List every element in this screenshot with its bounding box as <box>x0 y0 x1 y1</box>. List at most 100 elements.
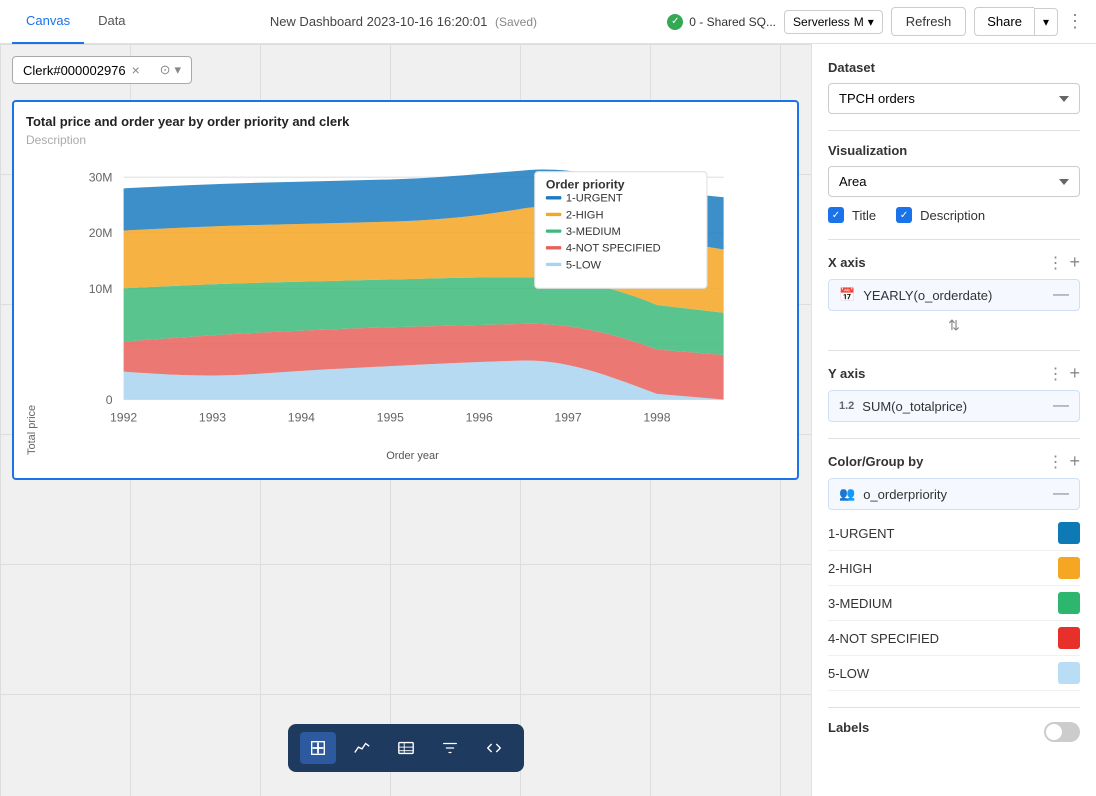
svg-text:1996: 1996 <box>466 411 493 425</box>
table-button[interactable] <box>388 732 424 764</box>
code-button[interactable] <box>476 732 512 764</box>
description-checkbox[interactable] <box>896 207 912 223</box>
color-group-actions: ⋮ + <box>1047 451 1080 472</box>
bottom-toolbar <box>288 724 524 772</box>
svg-text:1995: 1995 <box>377 411 404 425</box>
svg-text:20M: 20M <box>89 226 113 240</box>
color-item-urgent: 1-URGENT <box>828 516 1080 551</box>
dataset-select[interactable]: TPCH orders <box>828 83 1080 114</box>
sort-icon[interactable]: ⇅ <box>828 317 1080 334</box>
filter-chevron-icon[interactable]: ▾ <box>174 62 181 78</box>
color-swatch-high[interactable] <box>1058 557 1080 579</box>
x-axis-add-icon[interactable]: + <box>1069 252 1080 273</box>
divider-2 <box>828 239 1080 240</box>
filter-value: Clerk#000002976 <box>23 63 126 78</box>
color-swatch-not-specified[interactable] <box>1058 627 1080 649</box>
color-item-medium: 3-MEDIUM <box>828 586 1080 621</box>
svg-text:5-LOW: 5-LOW <box>566 259 602 271</box>
share-caret-button[interactable]: ▾ <box>1034 8 1058 36</box>
add-widget-button[interactable] <box>300 732 336 764</box>
color-item-low: 5-LOW <box>828 656 1080 691</box>
color-group-header: Color/Group by ⋮ + <box>828 451 1080 472</box>
x-axis-actions: ⋮ + <box>1047 252 1080 273</box>
dataset-label: Dataset <box>828 60 1080 75</box>
chart-card: Total price and order year by order prio… <box>12 100 799 480</box>
svg-text:1994: 1994 <box>288 411 315 425</box>
y-axis-add-icon[interactable]: + <box>1069 363 1080 384</box>
y-axis-title: Y axis <box>828 366 865 381</box>
svg-text:3-MEDIUM: 3-MEDIUM <box>566 226 621 238</box>
filter-tag[interactable]: Clerk#000002976 × ⊙ ▾ <box>12 56 192 84</box>
dataset-section: Dataset TPCH orders <box>828 60 1080 114</box>
y-axis-field-item: 1.2 SUM(o_totalprice) — <box>828 390 1080 422</box>
tab-data[interactable]: Data <box>84 0 139 44</box>
svg-text:1993: 1993 <box>199 411 226 425</box>
y-axis-remove-button[interactable]: — <box>1053 397 1069 415</box>
toggle-knob <box>1046 724 1062 740</box>
x-axis-field-item: 📅 YEARLY(o_orderdate) — <box>828 279 1080 311</box>
chart-description: Description <box>26 133 785 147</box>
visualization-label: Visualization <box>828 143 1080 158</box>
svg-text:30M: 30M <box>89 171 113 185</box>
tab-canvas[interactable]: Canvas <box>12 0 84 44</box>
title-checkbox-row: Title Description <box>828 207 1080 223</box>
color-group-remove-button[interactable]: — <box>1053 485 1069 503</box>
x-axis-title: X axis <box>828 255 866 270</box>
filter-close-icon[interactable]: × <box>132 62 140 78</box>
color-group-add-icon[interactable]: + <box>1069 451 1080 472</box>
svg-text:1997: 1997 <box>554 411 581 425</box>
main-layout: Clerk#000002976 × ⊙ ▾ Total price and or… <box>0 44 1096 796</box>
share-main-button[interactable]: Share <box>974 7 1034 36</box>
divider-5 <box>828 707 1080 708</box>
color-swatch-low[interactable] <box>1058 662 1080 684</box>
color-group-title: Color/Group by <box>828 454 923 469</box>
labels-toggle[interactable] <box>1044 722 1080 742</box>
svg-text:2-HIGH: 2-HIGH <box>566 209 604 221</box>
color-group-field-label: o_orderpriority <box>863 487 1045 502</box>
group-icon: 👥 <box>839 486 855 502</box>
filter-bar: Clerk#000002976 × ⊙ ▾ <box>12 56 192 84</box>
header: Canvas Data New Dashboard 2023-10-16 16:… <box>0 0 1096 44</box>
visualization-section: Visualization Area Title Description <box>828 143 1080 223</box>
visualization-select[interactable]: Area <box>828 166 1080 197</box>
color-item-not-specified: 4-NOT SPECIFIED <box>828 621 1080 656</box>
color-swatch-urgent[interactable] <box>1058 522 1080 544</box>
color-swatch-medium[interactable] <box>1058 592 1080 614</box>
chevron-down-icon: ▾ <box>868 15 874 29</box>
y-axis-section: Y axis ⋮ + 1.2 SUM(o_totalprice) — <box>828 363 1080 422</box>
x-axis-remove-button[interactable]: — <box>1053 286 1069 304</box>
color-group-section: Color/Group by ⋮ + 👥 o_orderpriority — 1… <box>828 451 1080 691</box>
title-checkbox-label: Title <box>852 208 876 223</box>
title-checkbox[interactable] <box>828 207 844 223</box>
filter-button[interactable] <box>432 732 468 764</box>
chart-title: Total price and order year by order prio… <box>26 114 785 129</box>
chart-area: Total price 30M 20M 10M 0 <box>26 155 785 455</box>
divider-3 <box>828 350 1080 351</box>
color-label-urgent: 1-URGENT <box>828 526 894 541</box>
color-list: 1-URGENT 2-HIGH 3-MEDIUM 4-NOT SPECIFIED… <box>828 516 1080 691</box>
divider-4 <box>828 438 1080 439</box>
y-axis-more-icon[interactable]: ⋮ <box>1047 364 1063 384</box>
share-button-group: Share ▾ <box>974 7 1058 36</box>
y-axis-header: Y axis ⋮ + <box>828 363 1080 384</box>
chart-button[interactable] <box>344 732 380 764</box>
color-label-high: 2-HIGH <box>828 561 872 576</box>
header-actions: 0 - Shared SQ... Serverless M ▾ Refresh … <box>667 7 1084 36</box>
saved-indicator: (Saved) <box>495 15 537 29</box>
more-options-button[interactable]: ⋮ <box>1066 11 1084 32</box>
color-label-medium: 3-MEDIUM <box>828 596 892 611</box>
right-panel: Dataset TPCH orders Visualization Area T… <box>811 44 1096 796</box>
refresh-button[interactable]: Refresh <box>891 7 967 36</box>
filter-settings-icon[interactable]: ⊙ <box>160 62 171 78</box>
dashboard-title: New Dashboard 2023-10-16 16:20:01 (Saved… <box>156 14 652 29</box>
status-badge: 0 - Shared SQ... <box>667 14 776 30</box>
labels-label: Labels <box>828 720 869 735</box>
serverless-select[interactable]: Serverless M ▾ <box>784 10 883 34</box>
svg-text:1998: 1998 <box>643 411 670 425</box>
x-axis-more-icon[interactable]: ⋮ <box>1047 253 1063 273</box>
x-axis-section: X axis ⋮ + 📅 YEARLY(o_orderdate) — ⇅ <box>828 252 1080 334</box>
color-group-field-item: 👥 o_orderpriority — <box>828 478 1080 510</box>
color-group-more-icon[interactable]: ⋮ <box>1047 452 1063 472</box>
chart-content: 30M 20M 10M 0 <box>40 155 785 455</box>
svg-text:10M: 10M <box>89 282 113 296</box>
